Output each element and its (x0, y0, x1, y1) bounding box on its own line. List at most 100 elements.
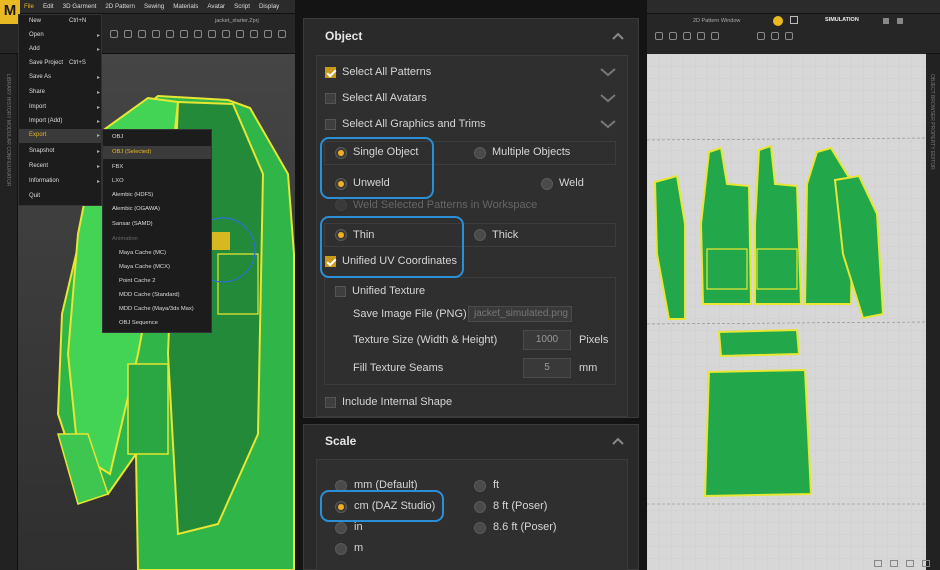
scale-86ft-radio[interactable] (474, 522, 486, 534)
layout-icon[interactable] (874, 560, 882, 567)
tool-icon[interactable] (180, 30, 188, 38)
tool-icon[interactable] (655, 32, 663, 40)
fill-seams-label: Fill Texture Seams (353, 362, 444, 374)
tool-icon[interactable] (757, 32, 765, 40)
object-section-title: Object (325, 29, 363, 43)
file-menu-information[interactable]: Information (29, 178, 59, 184)
tool-icon[interactable] (166, 30, 174, 38)
export-maya-mcx[interactable]: Maya Cache (MCX) (119, 264, 170, 270)
unified-texture-label: Unified Texture (352, 285, 426, 297)
file-menu-share[interactable]: Share (29, 89, 45, 95)
include-internal-checkbox[interactable] (325, 397, 336, 408)
right-strip-label[interactable]: OBJECT BROWSER PROPERTY EDITOR (929, 74, 935, 170)
select-all-graphics-checkbox[interactable] (325, 119, 336, 130)
tool-icon[interactable] (683, 32, 691, 40)
select-all-avatars-checkbox[interactable] (325, 93, 336, 104)
scale-8ft-radio[interactable] (474, 501, 486, 513)
image-file-input[interactable]: jacket_simulated.png (468, 306, 572, 322)
weld-selected-radio[interactable] (335, 199, 347, 211)
export-fbx[interactable]: FBX (112, 164, 123, 170)
select-all-avatars-label: Select All Avatars (342, 92, 427, 104)
export-obj-selected[interactable]: OBJ (Selected) (112, 149, 151, 155)
texture-size-input[interactable]: 1000 (523, 330, 571, 350)
simulation-mode-label[interactable]: SIMULATION (825, 17, 859, 23)
settings-icon[interactable] (883, 18, 889, 24)
view-icon[interactable] (790, 16, 798, 24)
layout-icon[interactable] (906, 560, 914, 567)
scale-ft-radio[interactable] (474, 480, 486, 492)
file-menu-add[interactable]: Add (29, 46, 40, 52)
tool-icon[interactable] (152, 30, 160, 38)
menu-materials[interactable]: Materials (173, 0, 198, 14)
menu-file[interactable]: File (24, 0, 34, 14)
left-strip-label[interactable]: LIBRARY HISTORY MODULAR CONFIGURATOR (5, 74, 11, 186)
tool-icon[interactable] (222, 30, 230, 38)
collapse-chevron-icon[interactable] (612, 31, 624, 43)
export-point-cache-2[interactable]: Point Cache 2 (119, 278, 155, 284)
menu-script[interactable]: Script (234, 0, 250, 14)
file-menu-export[interactable]: Export (29, 132, 46, 138)
thick-radio[interactable] (474, 229, 486, 241)
export-mdd-standard[interactable]: MDD Cache (Standard) (119, 292, 180, 298)
chevron-down-icon[interactable] (600, 67, 616, 77)
chevron-down-icon[interactable] (600, 93, 616, 103)
2d-pattern-viewport[interactable] (646, 54, 927, 570)
tool-icon[interactable] (194, 30, 202, 38)
tool-icon[interactable] (236, 30, 244, 38)
file-menu-new[interactable]: New (29, 18, 41, 24)
file-menu-import-add[interactable]: Import (Add) (29, 118, 62, 124)
tool-icon[interactable] (110, 30, 118, 38)
select-all-graphics-label: Select All Graphics and Trims (342, 118, 486, 130)
export-maya-mc[interactable]: Maya Cache (MC) (119, 250, 166, 256)
export-mdd-maya-3dsmax[interactable]: MDD Cache (Maya/3ds Max) (119, 306, 194, 312)
menu-3d-garment[interactable]: 3D Garment (63, 0, 97, 14)
tool-icon[interactable] (669, 32, 677, 40)
file-menu-open[interactable]: Open (29, 32, 44, 38)
weld-label: Weld (559, 177, 584, 189)
scale-m-radio[interactable] (335, 543, 347, 555)
simulation-icon[interactable] (773, 16, 783, 26)
export-obj[interactable]: OBJ (112, 134, 123, 140)
fill-seams-input[interactable]: 5 (523, 358, 571, 378)
tool-icon[interactable] (771, 32, 779, 40)
tool-icon[interactable] (711, 32, 719, 40)
thick-label: Thick (492, 229, 519, 241)
export-sansar[interactable]: Sansar (SAMD) (112, 221, 153, 227)
menu-edit[interactable]: Edit (43, 0, 54, 14)
menu-sewing[interactable]: Sewing (144, 0, 164, 14)
file-menu-save-project[interactable]: Save Project (29, 60, 63, 66)
export-obj-sequence[interactable]: OBJ Sequence (119, 320, 158, 326)
tool-icon[interactable] (264, 30, 272, 38)
chevron-down-icon[interactable] (600, 119, 616, 129)
tool-icon[interactable] (697, 32, 705, 40)
tool-icon[interactable] (250, 30, 258, 38)
file-menu-save-as[interactable]: Save As (29, 74, 51, 80)
select-all-patterns-checkbox[interactable] (325, 67, 336, 78)
export-alembic-hdf5[interactable]: Alembic (HDF5) (112, 192, 153, 198)
tool-icon[interactable] (138, 30, 146, 38)
weld-radio[interactable] (541, 178, 553, 190)
layout-icon[interactable] (922, 560, 930, 567)
file-menu-quit[interactable]: Quit (29, 193, 40, 199)
window-icon[interactable] (897, 18, 903, 24)
menu-2d-pattern[interactable]: 2D Pattern (105, 0, 135, 14)
right-side-strip: OBJECT BROWSER PROPERTY EDITOR (926, 54, 940, 570)
layout-icon[interactable] (890, 560, 898, 567)
file-menu-recent[interactable]: Recent (29, 163, 48, 169)
scale-in-radio[interactable] (335, 522, 347, 534)
tool-icon[interactable] (208, 30, 216, 38)
collapse-chevron-icon[interactable] (612, 436, 624, 448)
file-menu-snapshot[interactable]: Snapshot (29, 148, 54, 154)
menu-display[interactable]: Display (259, 0, 279, 14)
multiple-objects-radio[interactable] (474, 147, 486, 159)
file-menu-import[interactable]: Import (29, 104, 46, 110)
app-logo[interactable]: M (0, 0, 20, 24)
multiple-objects-label: Multiple Objects (492, 146, 571, 158)
tool-icon[interactable] (785, 32, 793, 40)
unified-texture-checkbox[interactable] (335, 286, 346, 297)
tool-icon[interactable] (278, 30, 286, 38)
menu-avatar[interactable]: Avatar (207, 0, 225, 14)
export-alembic-ogawa[interactable]: Alembic (OGAWA) (112, 206, 160, 212)
tool-icon[interactable] (124, 30, 132, 38)
export-lxo[interactable]: LXO (112, 178, 124, 184)
